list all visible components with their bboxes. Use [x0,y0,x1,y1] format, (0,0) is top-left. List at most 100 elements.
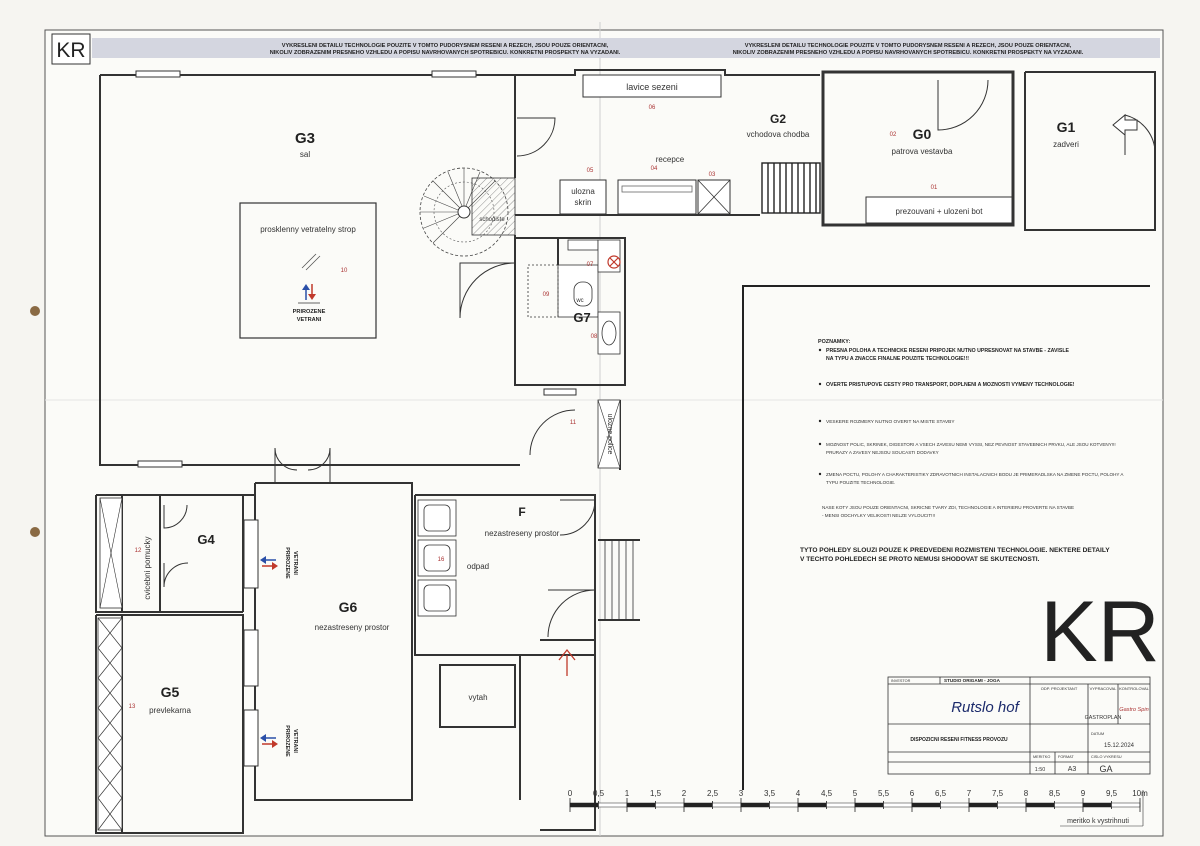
locker-row [97,617,123,831]
note-5a: ZMENA POCTU, POLOHY A CHARAKTERISTIKY ZD… [826,472,1124,477]
note-4a: MOZNOST POLIC, SKRINEK, DIGESTORI A VSEC… [826,442,1116,447]
statement-2: V TECHTO POHLEDECH SE PROTO NEMUSI SHODO… [800,556,1040,563]
num-08: 08 [591,334,598,340]
note-6b: - MENSI ODCHYLKY VELIKOSTI NELZE VYLOUCI… [822,513,935,518]
scale-tick-label: 9,5 [1106,789,1118,798]
header-disclaimer-left-2: NIKOLIV ZOBRAZENIM PRESNEHO VZHLEDU A PO… [270,50,621,56]
bullet-2 [818,382,822,386]
note-3: VESKERE ROZMERY NUTNO OVERIT NA MISTE ST… [826,419,955,425]
scale-tick-label: 5 [853,789,858,798]
scale-tick-label: 1,5 [650,789,662,798]
scale-tick-label: 0 [568,789,573,798]
scale-segment [1054,802,1084,808]
num-09: 09 [543,292,550,298]
floor-plan-sheet: KR VYKRESLENI DETAILU TECHNOLOGIE POUZIT… [0,0,1200,846]
punch-hole-bottom [30,527,40,537]
room-g3-code: G3 [295,130,315,147]
room-g7-code: G7 [573,310,590,325]
header-logo: KR [56,39,85,62]
bullet-1 [818,348,822,352]
tb-investor-label: INVESTOR [891,679,911,683]
scale-tick-label: 9 [1081,789,1086,798]
scale-segment [683,802,713,808]
scale-segment [769,802,799,808]
scale-tick-label: 2 [682,789,687,798]
room-g1-name: zadveri [1053,140,1079,149]
scale-tick-label: 10m [1132,789,1148,798]
scale-segment [854,802,884,808]
scale-tick-label: 4,5 [821,789,833,798]
scale-segment [655,802,685,808]
scale-segment [1025,802,1055,808]
scale-segment [826,802,856,808]
elevator-label: vytah [468,693,487,702]
header-disclaimer-left-1: VYKRESLENI DETAILU TECHNOLOGIE POUZITE V… [282,43,609,49]
reception-desk [617,179,697,215]
scale-segment [797,802,827,808]
bullet-5 [818,472,822,476]
shoe-storage-label: prezouvani + ulozeni bot [896,207,984,216]
scale-tick-label: 2,5 [707,789,719,798]
tb-kontroloval-label: KONTROLOVAL [1119,686,1149,691]
tb-mer-label: MERITKO [1033,755,1050,759]
bullet-3 [818,419,822,423]
num-16: 16 [438,557,445,563]
scale-segment [997,802,1027,808]
scale-segment [883,802,913,808]
note-1b: NA TYPU A ZNACCE FINALNE POUZITE TECHNOL… [826,356,969,362]
room-g4-code: G4 [197,532,215,547]
room-g0-code: G0 [913,126,932,142]
scale-segment [1111,802,1141,808]
scale-tick-label: 0,5 [593,789,605,798]
scale-segment [712,802,742,808]
scale-tick-label: 3,5 [764,789,776,798]
room-g3-name: sal [300,150,310,159]
tb-format-label: FORMAT [1058,755,1074,759]
scale-segment [626,802,656,808]
header-disclaimer-right-1: VYKRESLENI DETAILU TECHNOLOGIE POUZITE V… [745,43,1072,49]
stair-label: schodiste [479,217,505,223]
tb-cislo-label: CISLO VYKRESU [1091,755,1122,759]
storage-cabinet [559,179,607,215]
room-g2-name: vchodova chodba [747,130,810,139]
brand-logo: KR [1040,584,1159,680]
tb-datum-label: DATUM [1091,732,1104,736]
num-11: 11 [570,420,577,426]
num-10: 10 [341,268,348,274]
room-f-name: nezastreseny prostor [485,529,560,538]
num-07: 07 [587,262,594,268]
room-g1-code: G1 [1057,119,1076,135]
tb-vypracoval-label: VYPRACOVAL [1090,686,1118,691]
scale-tick-label: 8,5 [1049,789,1061,798]
skylight-label: prosklenny vetratelny strop [260,225,356,234]
tb-format-value: A3 [1068,766,1077,773]
tb-cislo-value: GA [1099,764,1112,774]
num-12: 12 [135,548,142,554]
scale-tick-label: 4 [796,789,801,798]
num-03: 03 [709,172,716,178]
storage-cabinet-label-1: ulozna [571,187,595,196]
storage-cabinet-label-2: skrin [575,198,592,207]
tb-mer-value: 1:50 [1035,767,1046,773]
tb-signature: Rutslo hof [951,699,1020,716]
waste-label: odpad [467,562,489,571]
tb-investor-value: STUDIO ORIGAMI - JOGA [944,678,1001,683]
scale-segment [740,802,770,808]
tb-title: DISPOZICNI RESENI FITNESS PROVOZU [910,737,1008,743]
punch-hole-top [30,306,40,316]
ventilation-label-skylight-1: PRIROZENE [293,309,326,315]
scale-tick-label: 1 [625,789,630,798]
room-g0-name: patrova vestavba [892,147,953,156]
reception-label: recepce [656,155,685,164]
scale-tick-label: 7,5 [992,789,1004,798]
note-5b: TYPU POUZITE TECHNOLOGIE. [826,480,895,485]
scale-segment [911,802,941,808]
scale-segment [940,802,970,808]
ventilation-label-g6-bottom-1: PRIROZENE [284,725,290,757]
note-4b: PRURAZY A ZAVESY NEJSOU SOUCASTI DODAVKY [826,450,939,455]
room-g6-code: G6 [339,599,358,615]
note-1a: PRESNA POLOHA A TECHNICKE RESENI PRIPOJE… [826,348,1070,354]
room-g5-code: G5 [161,684,180,700]
room-g6-name: nezastreseny prostor [315,623,390,632]
equipment-label: cvicebni pomucky [143,536,152,599]
